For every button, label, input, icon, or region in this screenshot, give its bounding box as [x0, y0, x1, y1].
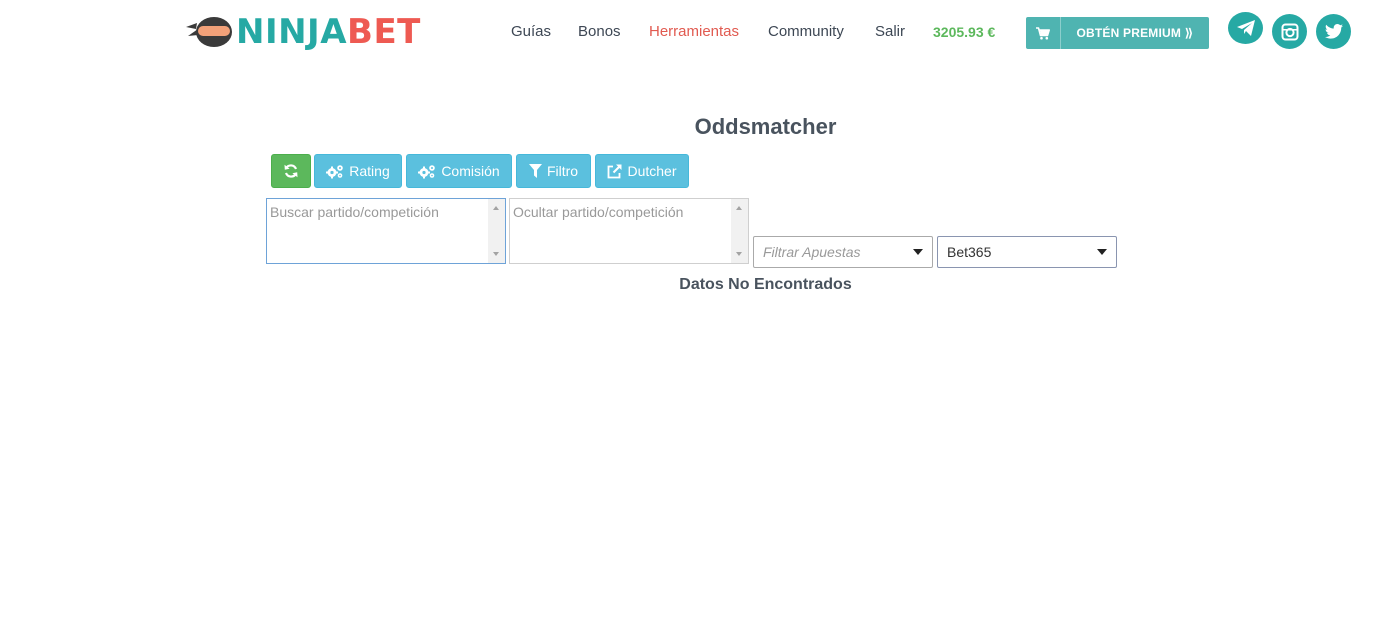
filter-icon	[528, 164, 542, 178]
ninja-mask-icon	[184, 14, 234, 50]
telegram-icon[interactable]	[1228, 12, 1263, 44]
rating-label: Rating	[349, 163, 390, 179]
bet-filter-select[interactable]: Filtrar Apuestas	[753, 236, 933, 268]
comision-button[interactable]: Comisión	[406, 154, 512, 188]
cart-icon	[1026, 17, 1061, 49]
page-title: Oddsmatcher	[0, 114, 1394, 140]
scroll-down-arrow-icon[interactable]	[736, 252, 742, 256]
nav-community[interactable]: Community	[768, 20, 844, 44]
search-match-input[interactable]	[267, 199, 489, 263]
hide-match-input[interactable]	[510, 199, 732, 263]
cogs-icon	[326, 164, 344, 179]
dutcher-button[interactable]: Dutcher	[595, 154, 689, 188]
chevron-down-icon	[913, 249, 923, 255]
bet-filter-placeholder: Filtrar Apuestas	[763, 244, 861, 260]
logo-bet-text: BET	[347, 12, 421, 52]
empty-state-text: Datos No Encontrados	[679, 276, 852, 293]
dutcher-label: Dutcher	[627, 163, 677, 179]
premium-button[interactable]: OBTÉN PREMIUM ⟫	[1026, 17, 1209, 49]
refresh-button[interactable]	[271, 154, 311, 188]
twitter-icon[interactable]	[1316, 14, 1351, 49]
nav-herramientas[interactable]: Herramientas	[649, 20, 739, 44]
cogs-icon	[418, 164, 436, 179]
nav-guias[interactable]: Guías	[511, 20, 551, 44]
rating-button[interactable]: Rating	[314, 154, 402, 188]
scroll-up-arrow-icon[interactable]	[736, 206, 742, 210]
logo-ninja-text: NINJA	[236, 12, 348, 52]
filtro-label: Filtro	[546, 163, 579, 179]
scroll-down-arrow-icon[interactable]	[493, 252, 499, 256]
nav-bonos[interactable]: Bonos	[578, 20, 621, 44]
hide-match-field[interactable]	[509, 198, 749, 264]
logo-text: NINJABET	[236, 12, 421, 52]
ninjabet-logo[interactable]: NINJABET	[184, 12, 421, 52]
page-title-text: Oddsmatcher	[694, 114, 837, 139]
account-balance: 3205.93 €	[933, 24, 996, 40]
nav-salir[interactable]: Salir	[875, 20, 905, 44]
chevron-down-icon	[1097, 249, 1107, 255]
instagram-icon[interactable]	[1272, 14, 1307, 49]
comision-label: Comisión	[441, 163, 500, 179]
refresh-icon	[283, 163, 299, 179]
bookmaker-value: Bet365	[947, 244, 992, 260]
scroll-up-arrow-icon[interactable]	[493, 206, 499, 210]
bookmaker-select[interactable]: Bet365	[937, 236, 1117, 268]
empty-state-message: Datos No Encontrados	[0, 276, 1394, 294]
hide-scrollbar[interactable]	[731, 199, 748, 263]
premium-label: OBTÉN PREMIUM ⟫	[1076, 26, 1194, 40]
search-scrollbar[interactable]	[488, 199, 505, 263]
filtro-button[interactable]: Filtro	[516, 154, 591, 188]
external-link-icon	[607, 164, 622, 179]
search-match-field[interactable]	[266, 198, 506, 264]
